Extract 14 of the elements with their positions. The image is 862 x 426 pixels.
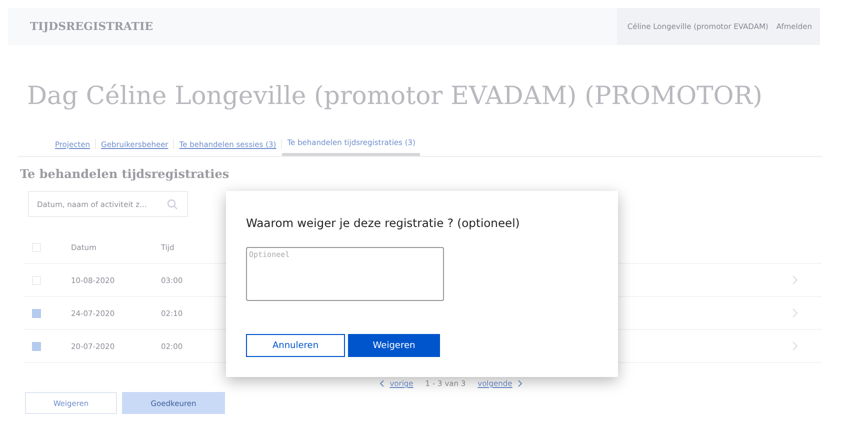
cancel-button[interactable]: Annuleren bbox=[246, 334, 345, 357]
chevron-left-icon bbox=[380, 380, 384, 387]
app-title: TIJDSREGISTRATIE bbox=[30, 20, 154, 33]
reject-button[interactable]: Weigeren bbox=[348, 334, 440, 357]
dialog-title: Waarom weiger je deze registratie ? (optioneel) bbox=[246, 216, 521, 230]
checkbox[interactable] bbox=[32, 342, 41, 350]
chevron-icon[interactable] bbox=[792, 308, 798, 318]
chevron-icon[interactable] bbox=[792, 341, 798, 351]
section-title: Te behandelen tijdsregistraties bbox=[20, 167, 230, 181]
page-title: Dag Céline Longeville (promotor EVADAM) (PROMOTOR) bbox=[27, 81, 764, 110]
checkbox[interactable] bbox=[32, 308, 41, 318]
chevron-icon[interactable] bbox=[792, 275, 798, 285]
search-icon bbox=[167, 199, 178, 210]
chevron-right-icon bbox=[518, 380, 522, 387]
